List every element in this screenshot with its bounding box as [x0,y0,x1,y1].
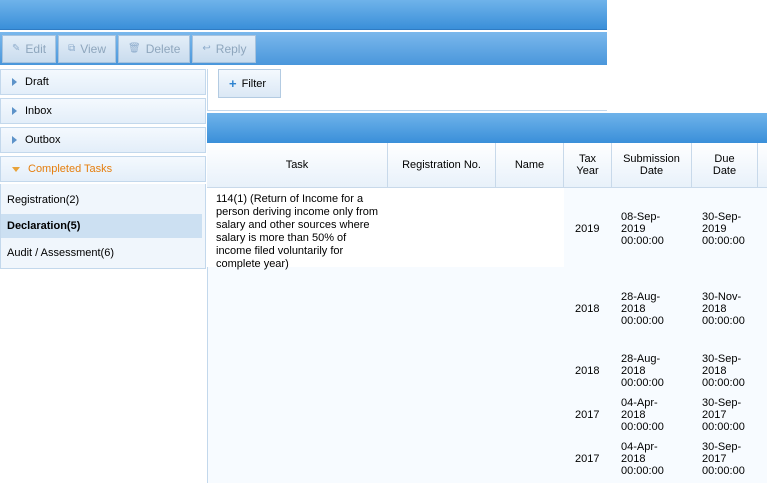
reply-label: Reply [215,41,247,56]
sidebar-node-inbox[interactable]: Inbox [0,98,206,124]
filter-bar: + Filter [207,69,607,111]
trash-icon: 🗑 [128,43,141,54]
subitem-audit-assessment[interactable]: Audit / Assessment(6) [1,241,202,265]
column-header-task[interactable]: Task [207,143,388,188]
sidebar-node-label: Draft [25,76,49,88]
subitem-registration[interactable]: Registration(2) [1,188,202,212]
expand-arrow-icon [12,136,17,144]
column-header-registration-no[interactable]: Registration No. [388,143,496,188]
column-header-overflow [758,143,767,188]
column-header-label: Name [514,159,545,171]
top-banner [0,0,607,30]
submission-date-cell: 08-Sep-2019 00:00:00 [621,211,664,247]
edit-button[interactable]: ✎ Edit [2,34,57,63]
submission-date-cell: 28-Aug-2018 00:00:00 [621,353,664,389]
filter-button[interactable]: + Filter [218,69,281,98]
due-date-cell: 30-Nov-2018 00:00:00 [702,291,745,327]
sidebar-node-draft[interactable]: Draft [0,69,206,95]
view-icon: ⧉ [68,43,76,54]
tax-year-cell: 2019 [575,223,600,235]
due-date-cell: 30-Sep-2017 00:00:00 [702,441,745,477]
subitem-label: Declaration(5) [7,220,81,232]
plus-icon: + [229,76,237,91]
pencil-icon: ✎ [12,43,21,54]
expand-arrow-icon [12,78,17,86]
delete-button[interactable]: 🗑 Delete [118,34,191,63]
edit-label: Edit [25,41,47,56]
column-header-due-date[interactable]: Due Date [692,143,758,188]
registration-cell [388,188,564,267]
column-header-submission-date[interactable]: Submission Date [612,143,692,188]
sidebar-node-completed-tasks[interactable]: Completed Tasks [0,156,206,182]
tax-year-cell: 2017 [575,409,600,421]
tax-year-cell: 2018 [575,365,600,377]
due-date-cell: 30-Sep-2017 00:00:00 [702,397,745,433]
due-date-cell: 30-Sep-2019 00:00:00 [702,211,745,247]
sidebar-node-outbox[interactable]: Outbox [0,127,206,153]
subitem-label: Audit / Assessment(6) [7,247,114,259]
column-header-name[interactable]: Name [496,143,564,188]
completed-tasks-panel: Registration(2) Declaration(5) Audit / A… [0,184,206,269]
subitem-declaration[interactable]: Declaration(5) [1,214,202,238]
view-label: View [80,41,107,56]
submission-date-cell: 04-Apr-2018 00:00:00 [621,441,664,477]
delete-label: Delete [145,41,181,56]
tax-year-cell: 2017 [575,453,600,465]
sidebar-node-label: Outbox [25,134,61,146]
view-button[interactable]: ⧉ View [58,34,117,63]
action-toolbar: ✎ Edit ⧉ View 🗑 Delete ↩ Reply [0,32,607,65]
submission-date-cell: 04-Apr-2018 00:00:00 [621,397,664,433]
column-header-label: Due Date [712,153,737,177]
column-header-label: Submission Date [623,153,680,177]
due-date-cell: 30-Sep-2018 00:00:00 [702,353,745,389]
task-cell[interactable]: 114(1) (Return of Income for a person de… [207,188,388,270]
reply-button[interactable]: ↩ Reply [192,34,257,63]
tax-year-cell: 2018 [575,303,600,315]
submission-date-cell: 28-Aug-2018 00:00:00 [621,291,664,327]
column-header-label: Registration No. [402,159,481,171]
expand-arrow-icon [12,107,17,115]
column-header-tax-year[interactable]: Tax Year [564,143,612,188]
subitem-label: Registration(2) [7,194,80,206]
reply-icon: ↩ [202,43,211,54]
column-header-label: Task [285,159,309,171]
collapse-arrow-icon [12,166,20,172]
grid-header-bar [207,113,767,143]
sidebar-node-label: Completed Tasks [28,163,113,175]
sidebar: Draft Inbox Outbox Completed Tasks Regis… [0,69,206,269]
column-header-label: Tax Year [576,153,599,177]
sidebar-node-label: Inbox [25,105,52,117]
filter-label: Filter [241,77,267,90]
